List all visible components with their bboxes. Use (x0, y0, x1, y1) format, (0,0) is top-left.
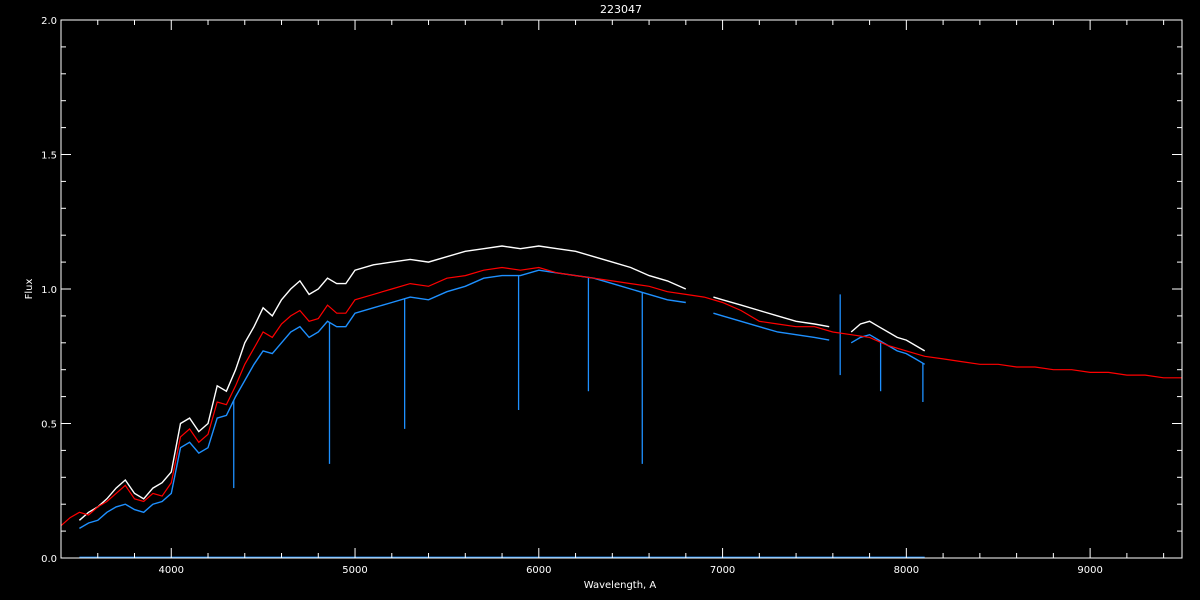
y-tick-label: 1.5 (41, 151, 57, 162)
y-axis-label: Flux (24, 279, 35, 300)
chart-title: 223047 (600, 3, 642, 16)
x-tick-label: 6000 (526, 565, 551, 576)
chart-background (0, 0, 1200, 600)
y-tick-label: 1.0 (41, 285, 57, 296)
x-tick-label: 5000 (342, 565, 367, 576)
y-tick-label: 0.5 (41, 420, 57, 431)
y-tick-label: 2.0 (41, 16, 57, 27)
x-tick-label: 9000 (1077, 565, 1102, 576)
y-tick-label: 0.0 (41, 554, 57, 565)
x-tick-label: 4000 (159, 565, 184, 576)
x-axis-label: Wavelength, A (584, 580, 657, 591)
x-tick-label: 8000 (894, 565, 919, 576)
x-tick-label: 7000 (710, 565, 735, 576)
spectrum-chart: 223047 Wavelength, A Flux 4000 5000 6000 70… (0, 0, 1200, 600)
